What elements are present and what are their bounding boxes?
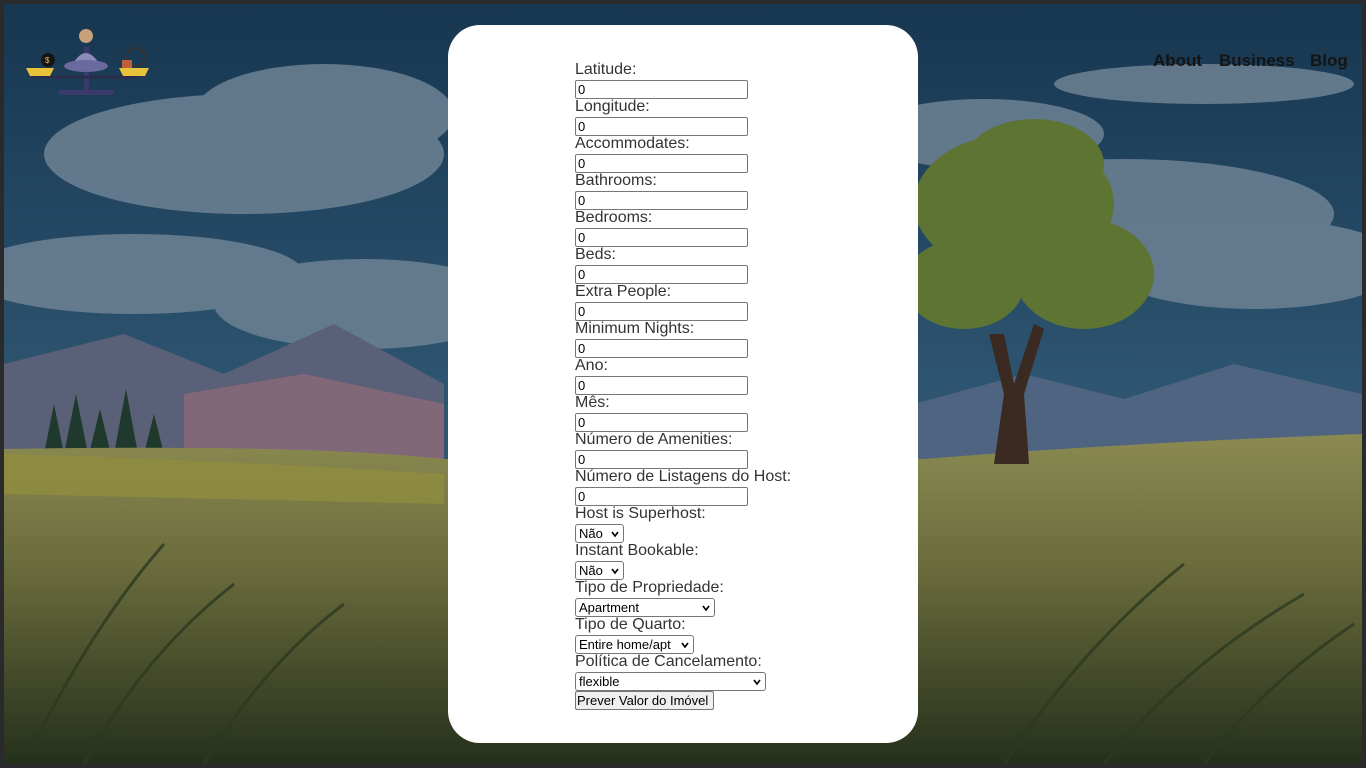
accommodates-label: Accommodates:	[575, 135, 690, 152]
ano-input[interactable]: 0	[575, 376, 748, 395]
predict-button[interactable]: Prever Valor do Imóvel	[575, 691, 714, 710]
field-beds: Beds: 0	[575, 246, 895, 284]
chevron-down-icon	[702, 605, 710, 612]
room-type-label: Tipo de Quarto:	[575, 616, 686, 633]
longitude-input[interactable]: 0	[575, 117, 748, 136]
bathrooms-input[interactable]: 0	[575, 191, 748, 210]
superhost-value: Não	[579, 526, 603, 541]
field-superhost: Host is Superhost: Não	[575, 505, 895, 543]
nav-blog-link[interactable]: Blog	[1310, 51, 1348, 71]
field-bathrooms: Bathrooms: 0	[575, 172, 895, 210]
chevron-down-icon	[611, 531, 619, 538]
field-minimum-nights: Minimum Nights: 0	[575, 320, 895, 358]
host-listings-input[interactable]: 0	[575, 487, 748, 506]
beds-input[interactable]: 0	[575, 265, 748, 284]
mes-input[interactable]: 0	[575, 413, 748, 432]
field-cancellation-policy: Política de Cancelamento: flexible	[575, 653, 895, 691]
latitude-label: Latitude:	[575, 61, 637, 78]
svg-text:$: $	[45, 56, 50, 65]
accommodates-input[interactable]: 0	[575, 154, 748, 173]
instant-bookable-label: Instant Bookable:	[575, 542, 699, 559]
ano-label: Ano:	[575, 357, 608, 374]
cancellation-policy-select[interactable]: flexible	[575, 672, 766, 691]
field-accommodates: Accommodates: 0	[575, 135, 895, 173]
cancellation-policy-label: Política de Cancelamento:	[575, 653, 762, 670]
longitude-label: Longitude:	[575, 98, 650, 115]
nav-business-label[interactable]: Business	[1219, 51, 1295, 70]
amenities-label: Número de Amenities:	[575, 431, 733, 448]
field-ano: Ano: 0	[575, 357, 895, 395]
field-room-type: Tipo de Quarto: Entire home/apt	[575, 616, 895, 654]
field-host-listings: Número de Listagens do Host: 0	[575, 468, 895, 506]
property-type-label: Tipo de Propriedade:	[575, 579, 724, 596]
field-mes: Mês: 0	[575, 394, 895, 432]
room-type-value: Entire home/apt	[579, 637, 671, 652]
field-latitude: Latitude: 0	[575, 61, 895, 99]
logo-icon: $	[26, 29, 149, 95]
bathrooms-label: Bathrooms:	[575, 172, 657, 189]
amenities-input[interactable]: 0	[575, 450, 748, 469]
field-longitude: Longitude: 0	[575, 98, 895, 136]
field-amenities: Número de Amenities: 0	[575, 431, 895, 469]
cancellation-policy-value: flexible	[579, 674, 620, 689]
nav-business-link[interactable]: Business	[1219, 51, 1295, 71]
instant-bookable-value: Não	[579, 563, 603, 578]
property-type-select[interactable]: Apartment	[575, 598, 715, 617]
bedrooms-input[interactable]: 0	[575, 228, 748, 247]
instant-bookable-select[interactable]: Não	[575, 561, 624, 580]
nav-blog-label[interactable]: Blog	[1310, 51, 1348, 70]
latitude-input[interactable]: 0	[575, 80, 748, 99]
extra-people-label: Extra People:	[575, 283, 672, 300]
field-extra-people: Extra People: 0	[575, 283, 895, 321]
nav-about-label[interactable]: About	[1153, 51, 1202, 70]
room-type-select[interactable]: Entire home/apt	[575, 635, 694, 654]
field-property-type: Tipo de Propriedade: Apartment	[575, 579, 895, 617]
property-type-value: Apartment	[579, 600, 639, 615]
page-background: $ About Business Blog Latitude: 0 Longit…	[4, 4, 1362, 764]
nav-about-link[interactable]: About	[1153, 51, 1202, 71]
extra-people-input[interactable]: 0	[575, 302, 748, 321]
field-bedrooms: Bedrooms: 0	[575, 209, 895, 247]
prediction-form: Latitude: 0 Longitude: 0 Accommodates: 0…	[575, 61, 895, 710]
beds-label: Beds:	[575, 246, 616, 263]
minimum-nights-input[interactable]: 0	[575, 339, 748, 358]
minimum-nights-label: Minimum Nights:	[575, 320, 695, 337]
host-listings-label: Número de Listagens do Host:	[575, 468, 792, 485]
chevron-down-icon	[611, 568, 619, 575]
form-card: Latitude: 0 Longitude: 0 Accommodates: 0…	[448, 25, 918, 743]
field-instant-bookable: Instant Bookable: Não	[575, 542, 895, 580]
chevron-down-icon	[753, 679, 761, 686]
superhost-label: Host is Superhost:	[575, 505, 706, 522]
superhost-select[interactable]: Não	[575, 524, 624, 543]
chevron-down-icon	[681, 642, 689, 649]
bedrooms-label: Bedrooms:	[575, 209, 653, 226]
mes-label: Mês:	[575, 394, 610, 411]
